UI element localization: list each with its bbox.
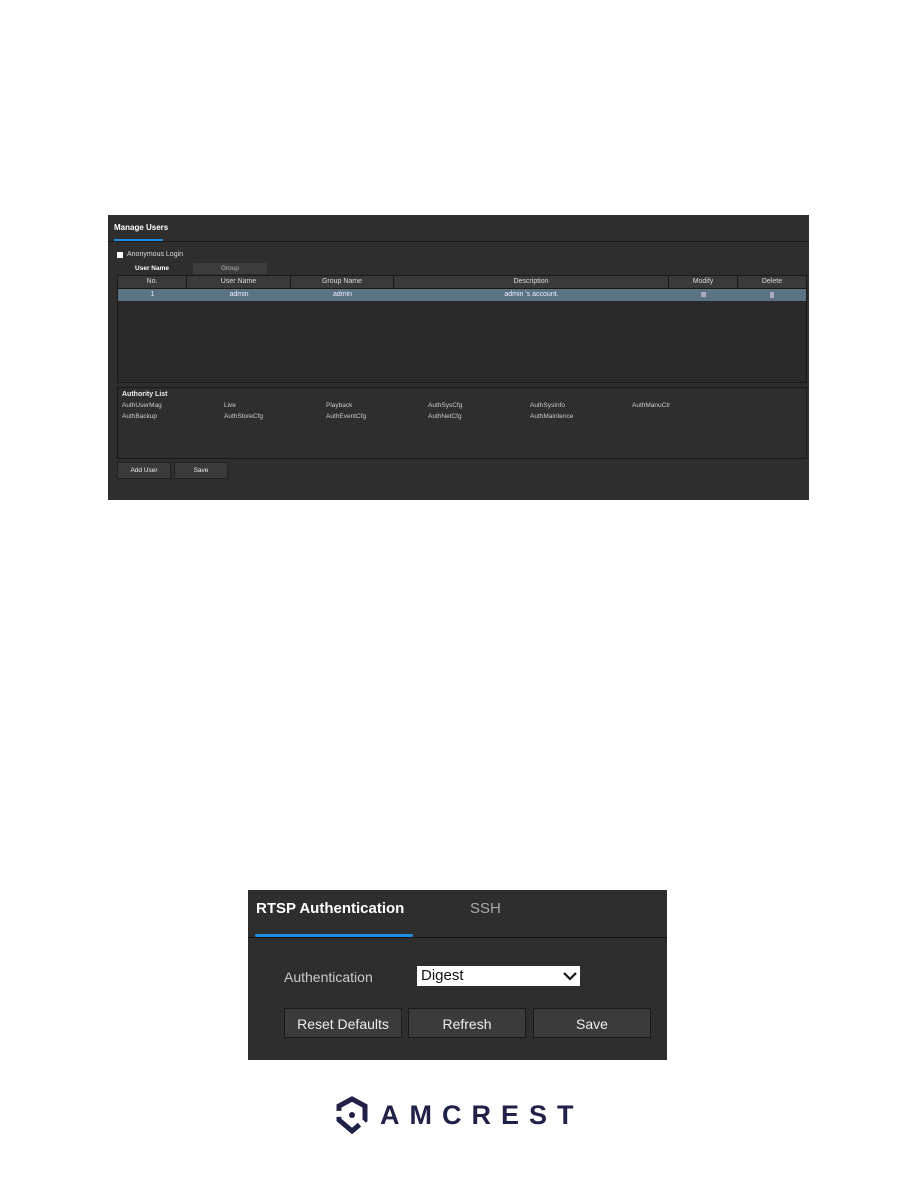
divider xyxy=(108,241,809,242)
manage-users-screenshot: Manage Users Anonymous Login User Name G… xyxy=(108,215,809,500)
divider xyxy=(248,937,667,938)
cell-no: 1 xyxy=(150,291,155,298)
authority-item: AuthStoreCfg xyxy=(224,413,264,420)
col-no: No. xyxy=(118,276,187,288)
save-button[interactable]: Save xyxy=(533,1008,651,1038)
col-modify: Modify xyxy=(669,276,738,288)
authority-list: Authority List AuthUserMag Live Playback Au… xyxy=(117,387,807,459)
authority-item: AuthEventCfg xyxy=(326,413,367,420)
col-user-name: User Name xyxy=(187,276,291,288)
rtsp-screenshot: RTSP Authentication SSH Authentication D… xyxy=(248,890,667,1060)
document-page: Manage Users Anonymous Login User Name G… xyxy=(0,0,918,1188)
authority-item: AuthSysCfg xyxy=(428,402,463,409)
logo-text: AMCREST xyxy=(380,1099,584,1130)
subtab-user-name[interactable]: User Name xyxy=(117,263,187,274)
save-button[interactable]: Save xyxy=(174,462,228,479)
subtab-group[interactable]: Group xyxy=(193,263,267,274)
authentication-label: Authentication xyxy=(284,969,373,985)
anonymous-login-label: Anonymous Login xyxy=(127,251,184,258)
table-row[interactable]: 1 admin admin admin 's account. xyxy=(118,289,806,301)
delete-icon[interactable] xyxy=(738,289,806,301)
tab-rtsp-authentication[interactable]: RTSP Authentication xyxy=(256,900,404,917)
authority-item: Playback xyxy=(326,402,353,409)
add-user-button[interactable]: Add User xyxy=(117,462,171,479)
col-delete: Delete xyxy=(761,278,783,285)
authority-item: AuthMaintence xyxy=(530,413,574,420)
chevron-down-icon xyxy=(563,972,577,981)
authority-item: AuthBackup xyxy=(122,413,158,420)
authentication-select[interactable]: Digest xyxy=(417,966,580,986)
authority-item: AuthManuCtr xyxy=(632,402,671,409)
authority-item: AuthNetCfg xyxy=(428,413,462,420)
authority-list-title: Authority List xyxy=(122,391,168,398)
cell-description: admin 's account. xyxy=(504,291,559,298)
authority-item: Live xyxy=(224,402,236,409)
table-header: No. User Name Group Name Description Mod… xyxy=(118,276,806,289)
users-table: No. User Name Group Name Description Mod… xyxy=(117,275,807,383)
col-group-name: Group Name xyxy=(291,276,394,288)
amcrest-logo: AMCREST xyxy=(336,1096,584,1134)
anonymous-login-checkbox[interactable]: Anonymous Login xyxy=(117,251,183,258)
cell-user: admin xyxy=(229,291,249,298)
cell-group: admin xyxy=(332,291,353,298)
modify-icon[interactable] xyxy=(669,289,738,301)
tab-manage-users[interactable]: Manage Users xyxy=(114,223,168,232)
authority-item: AuthSysInfo xyxy=(530,402,566,409)
checkbox-icon[interactable] xyxy=(117,251,123,258)
tab-ssh[interactable]: SSH xyxy=(470,900,501,917)
col-description: Description xyxy=(394,276,669,288)
reset-defaults-button[interactable]: Reset Defaults xyxy=(284,1008,402,1038)
refresh-button[interactable]: Refresh xyxy=(408,1008,526,1038)
authority-item: AuthUserMag xyxy=(122,402,162,409)
hexagon-logo-icon xyxy=(336,1096,368,1134)
authentication-value: Digest xyxy=(421,967,464,984)
